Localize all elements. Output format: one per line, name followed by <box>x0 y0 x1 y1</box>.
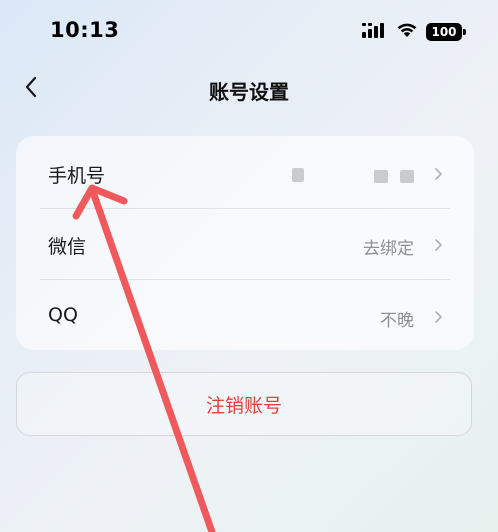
wifi-icon <box>396 22 418 42</box>
row-label-qq: QQ <box>48 304 78 326</box>
row-value-qq: 不晚 <box>380 311 414 331</box>
cellular-signal-icon <box>362 22 388 42</box>
masked-phone-number <box>400 170 414 183</box>
status-icons: 100 <box>362 22 466 42</box>
settings-card: 手机号 微信 去绑定 QQ 不晚 <box>16 136 474 350</box>
settings-row-qq[interactable]: QQ 不晚 <box>16 281 474 351</box>
row-label-wechat: 微信 <box>48 236 87 258</box>
masked-phone-number <box>292 168 304 182</box>
masked-phone-number <box>374 170 388 183</box>
battery-icon: 100 <box>426 23 466 41</box>
row-value-wechat: 去绑定 <box>363 239 414 259</box>
status-time: 10:13 <box>50 18 120 42</box>
settings-row-phone[interactable]: 手机号 <box>16 138 474 208</box>
delete-account-button[interactable]: 注销账号 <box>16 372 472 436</box>
status-bar: 10:13 100 <box>0 0 498 64</box>
chevron-right-icon <box>434 309 444 323</box>
page-title: 账号设置 <box>209 80 289 104</box>
nav-bar: 账号设置 <box>0 64 498 114</box>
row-label-phone: 手机号 <box>48 165 106 187</box>
row-divider <box>40 279 450 280</box>
settings-row-wechat[interactable]: 微信 去绑定 <box>16 209 474 279</box>
chevron-right-icon <box>434 166 444 180</box>
chevron-right-icon <box>434 237 444 251</box>
